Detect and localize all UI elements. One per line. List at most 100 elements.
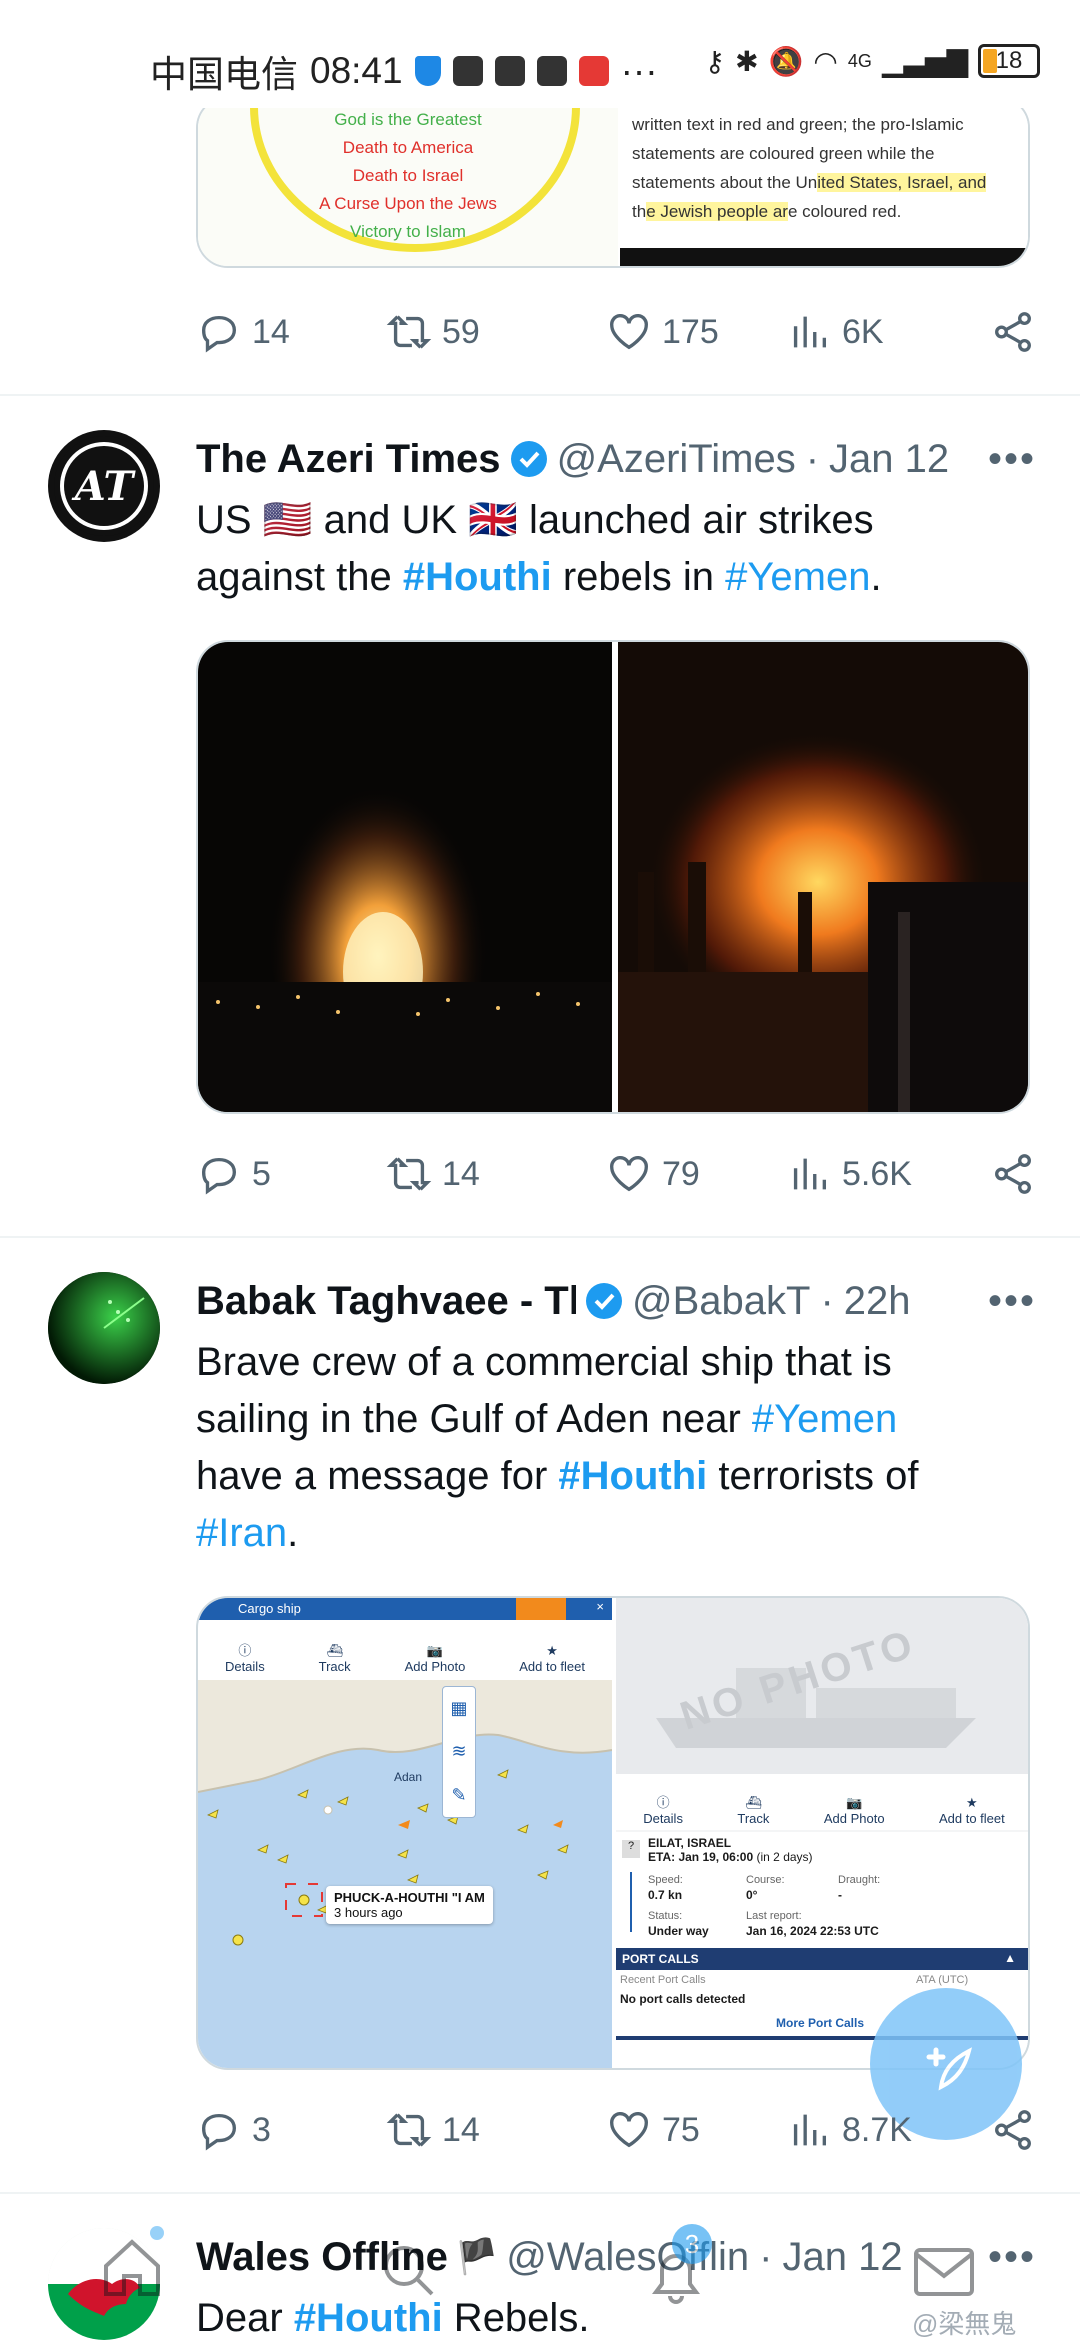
repost-icon [386,2113,432,2147]
avatar[interactable] [48,1272,160,1384]
alert-notification-icon [536,56,567,86]
track-tab[interactable]: ⛴ Track [737,1795,769,1826]
vessel-popup[interactable]: PHUCK-A-HOUTHI "I AM 3 hours ago [326,1886,493,1924]
heart-icon [610,1156,648,1192]
more-options-button[interactable]: ••• [988,437,1036,482]
battery-level: 18 [995,47,1023,74]
clock: 08:41 [310,50,403,91]
views-chart-icon [793,316,827,348]
user-handle[interactable]: @AzeriTimes [557,437,796,482]
details-tab[interactable]: ⓘ Details [225,1640,265,1674]
display-name[interactable]: The Azeri Times [196,437,501,482]
tweet-media[interactable] [196,640,1030,1114]
signal-icon: ▁▃▅▇ [881,45,968,77]
image-text: Death to America [342,138,474,157]
messages-tab[interactable] [908,2236,980,2308]
repost-button[interactable]: 14 [386,2107,606,2153]
reply-button[interactable]: 3 [196,2107,386,2153]
like-button[interactable]: 175 [606,309,786,355]
network-type: 4G [847,50,872,71]
vessel-map-screenshot[interactable]: Cargo ship × ⓘ Details ⛴ Track 📷 Add Photo … [198,1598,612,2068]
image-text: Death to Israel [352,166,464,185]
port-calls-header[interactable]: PORT CALLS ▲ [616,1948,1028,1970]
eta: ETA: Jan 19, 06:00 [648,1850,754,1864]
hashtag-link[interactable]: #Iran [196,1511,287,1555]
explosion-photo-left[interactable] [198,642,612,1112]
bottom-navigation: 3 @梁無鬼 [0,2220,1080,2340]
key-icon: ⚷ [704,45,726,77]
repost-button[interactable]: 14 [386,1151,606,1197]
display-name[interactable]: Babak Taghvaee - Th [196,1279,576,1324]
tweet-text: Brave crew of a commercial ship that is … [196,1340,919,1555]
vessel-tab-bar: ⓘ Details ⛴ Track 📷 Add Photo ★ Add to fleet [616,1774,1028,1830]
like-button[interactable]: 79 [606,1151,786,1197]
share-button[interactable] [990,2107,1036,2153]
reply-button[interactable]: 14 [196,309,386,355]
explosion-photo-right[interactable] [618,642,1028,1112]
view-count: 8.7K [842,2110,912,2149]
image-text: the Jewish people are coloured red. [632,202,902,221]
notification-badge: 3 [672,2224,712,2264]
image-text: God is the Greatest [334,110,482,129]
hashtag-link[interactable]: #Houthi [403,555,552,599]
map-layers-icon[interactable]: ▦ [450,1698,467,1719]
hashtag-link[interactable]: #Yemen [752,1397,897,1441]
views-chart-icon [793,2114,827,2146]
reply-count: 3 [252,2110,271,2149]
add-to-fleet-tab[interactable]: ★ Add to fleet [939,1795,1005,1826]
tweet-header: Babak Taghvaee - Th @BabakT · 22h ••• [196,1278,1036,1324]
mail-icon [914,2248,974,2296]
divider [0,394,1080,396]
tweet-timestamp[interactable]: 22h [844,1279,911,1324]
draught-value: - [838,1888,842,1902]
tweet-text: US 🇺🇸 and UK 🇬🇧 launched air strikes aga… [196,498,882,599]
repost-button[interactable]: 59 [386,309,606,355]
repost-count: 14 [442,1154,480,1193]
verified-badge-icon [510,441,547,477]
status-value: Under way [648,1924,709,1938]
share-button[interactable] [990,309,1036,355]
measure-icon[interactable]: ✎ [451,1785,466,1806]
no-port-calls-text: No port calls detected [620,1992,746,2006]
tweet-media[interactable]: God is the Greatest Death to America Dea… [196,96,1030,268]
add-photo-tab[interactable]: 📷 Add Photo [824,1795,885,1826]
watermark: @梁無鬼 [912,2309,1017,2339]
weather-wave-icon[interactable]: ≋ [451,1741,466,1762]
user-handle[interactable]: @BabakT [632,1279,810,1324]
add-to-fleet-tab[interactable]: ★ Add to fleet [519,1643,585,1674]
search-tab[interactable] [372,2234,444,2306]
hashtag-link[interactable]: #Yemen [725,555,870,599]
share-icon [995,312,1031,352]
heart-icon [610,314,648,350]
verified-badge-icon [586,1283,622,1319]
views-button[interactable]: 5.6K [786,1151,981,1197]
sea-map [198,1680,612,1946]
svg-text:AT: AT [71,463,137,510]
views-button[interactable]: 6K [786,309,981,355]
tweet-timestamp[interactable]: Jan 12 [829,437,949,482]
status-bar: 中国电信 08:41 ··· ⚷ ✱ 🔕 ◠ 4G ▁▃▅▇ 18 [0,0,1080,108]
app-notification-icon [452,56,483,86]
details-tab[interactable]: ⓘ Details [643,1792,683,1826]
media-image-right: written text in red and green; the pro-I… [620,98,1028,266]
reply-button[interactable]: 5 [196,1151,386,1197]
share-icon [995,2110,1031,2150]
more-port-calls-link[interactable]: More Port Calls [776,2016,864,2030]
map-tab-bar: ⓘ Details ⛴ Track 📷 Add Photo ★ Add to fleet [198,1620,612,1680]
repost-icon [386,315,432,349]
more-options-button[interactable]: ••• [988,1279,1036,1324]
divider [0,1236,1080,1238]
views-button[interactable]: 8.7K [786,2107,981,2153]
add-photo-tab[interactable]: 📷 Add Photo [405,1643,466,1674]
track-tab[interactable]: ⛴ Track [319,1643,351,1674]
hashtag-link[interactable]: #Houthi [558,1454,707,1498]
home-tab[interactable] [96,2226,168,2304]
like-button[interactable]: 75 [606,2107,786,2153]
reply-icon [201,1157,237,1195]
avatar[interactable]: AT [48,430,160,542]
view-count: 6K [842,312,884,351]
no-photo-placeholder: NO PHOTO [616,1598,1028,1774]
media-image-left: God is the Greatest Death to America Dea… [198,98,618,266]
image-text: Victory to Islam [350,222,466,241]
share-button[interactable] [990,1151,1036,1197]
